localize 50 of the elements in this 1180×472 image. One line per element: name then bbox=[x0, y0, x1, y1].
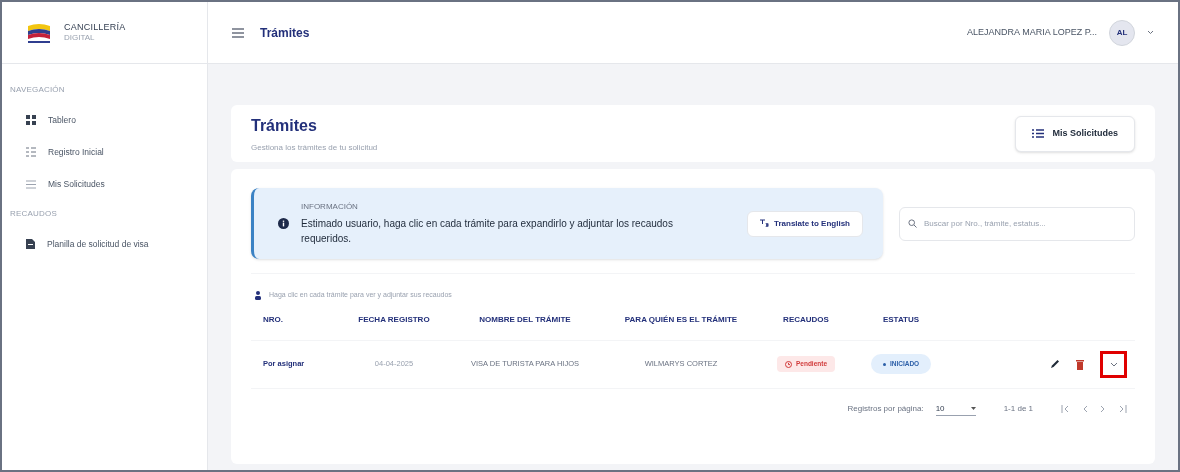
column-header: RECAUDOS bbox=[782, 314, 830, 326]
delete-icon[interactable] bbox=[1076, 358, 1084, 370]
list-icon bbox=[26, 179, 36, 189]
document-icon bbox=[26, 239, 35, 249]
avatar[interactable]: AL bbox=[1109, 19, 1135, 46]
nav-item[interactable]: Mis Solicitudes bbox=[14, 168, 195, 200]
info-icon bbox=[278, 218, 289, 229]
next-page-icon[interactable] bbox=[1100, 405, 1106, 413]
header-title: Trámites bbox=[260, 24, 310, 42]
my-requests-button[interactable]: Mis Solicitudes bbox=[1015, 115, 1135, 152]
nav-item[interactable]: Tablero bbox=[14, 104, 195, 136]
column-header: ESTATUS bbox=[881, 314, 921, 326]
column-header: PARA QUIÉN ES EL TRÁMITE bbox=[623, 314, 739, 326]
search-icon bbox=[908, 218, 917, 228]
page-range: 1-1 de 1 bbox=[1003, 403, 1033, 415]
clock-icon bbox=[784, 360, 792, 368]
search-field[interactable]: Buscar por Nro., trámite, estatus... bbox=[899, 206, 1135, 241]
info-label: INFORMACIÓN bbox=[301, 201, 359, 213]
brand-name: CANCILLERÍA bbox=[64, 21, 126, 34]
expand-button[interactable] bbox=[1100, 350, 1127, 378]
last-page-icon[interactable] bbox=[1118, 405, 1127, 413]
form-icon bbox=[26, 147, 36, 157]
caret-icon bbox=[970, 407, 976, 410]
chevron-down-icon bbox=[1109, 361, 1118, 367]
menu-icon[interactable] bbox=[232, 27, 244, 38]
column-header: NOMBRE DEL TRÁMITE bbox=[478, 314, 572, 326]
section-title: NAVEGACIÓN bbox=[9, 84, 66, 96]
rows-per-page-select[interactable]: 10 bbox=[935, 402, 976, 416]
nav-item[interactable]: Registro Inicial bbox=[14, 136, 195, 168]
page-subtitle: Gestiona los trámites de tu solicitud bbox=[251, 141, 378, 154]
section-title: RECAUDOS bbox=[9, 208, 58, 220]
person-icon bbox=[255, 290, 261, 300]
flag-logo-icon bbox=[26, 21, 52, 44]
caret-icon[interactable] bbox=[1147, 30, 1154, 35]
grid-icon bbox=[26, 115, 36, 125]
nav-item[interactable]: Planilla de solicitud de visa bbox=[14, 228, 195, 260]
edit-icon[interactable] bbox=[1050, 359, 1060, 369]
translate-button[interactable]: Translate to English bbox=[747, 210, 863, 237]
user-name[interactable]: ALEJANDRA MARIA LOPEZ P... bbox=[967, 25, 1097, 40]
first-page-icon[interactable] bbox=[1061, 405, 1070, 413]
previous-page-icon[interactable] bbox=[1082, 405, 1088, 413]
translate-icon bbox=[760, 219, 770, 228]
list-icon bbox=[1032, 129, 1045, 138]
brand-subtitle: DIGITAL bbox=[64, 33, 96, 44]
info-message: Estimado usuario, haga clic en cada trámite para expandirlo y adjuntar los recaudos requeridos. bbox=[301, 217, 674, 246]
column-header: NRO. bbox=[262, 314, 284, 326]
page-title: Trámites bbox=[251, 115, 318, 136]
column-header: FECHA REGISTRO bbox=[357, 314, 431, 326]
rows-per-page-label: Registros por página: bbox=[847, 403, 924, 415]
dot-icon bbox=[882, 362, 886, 366]
